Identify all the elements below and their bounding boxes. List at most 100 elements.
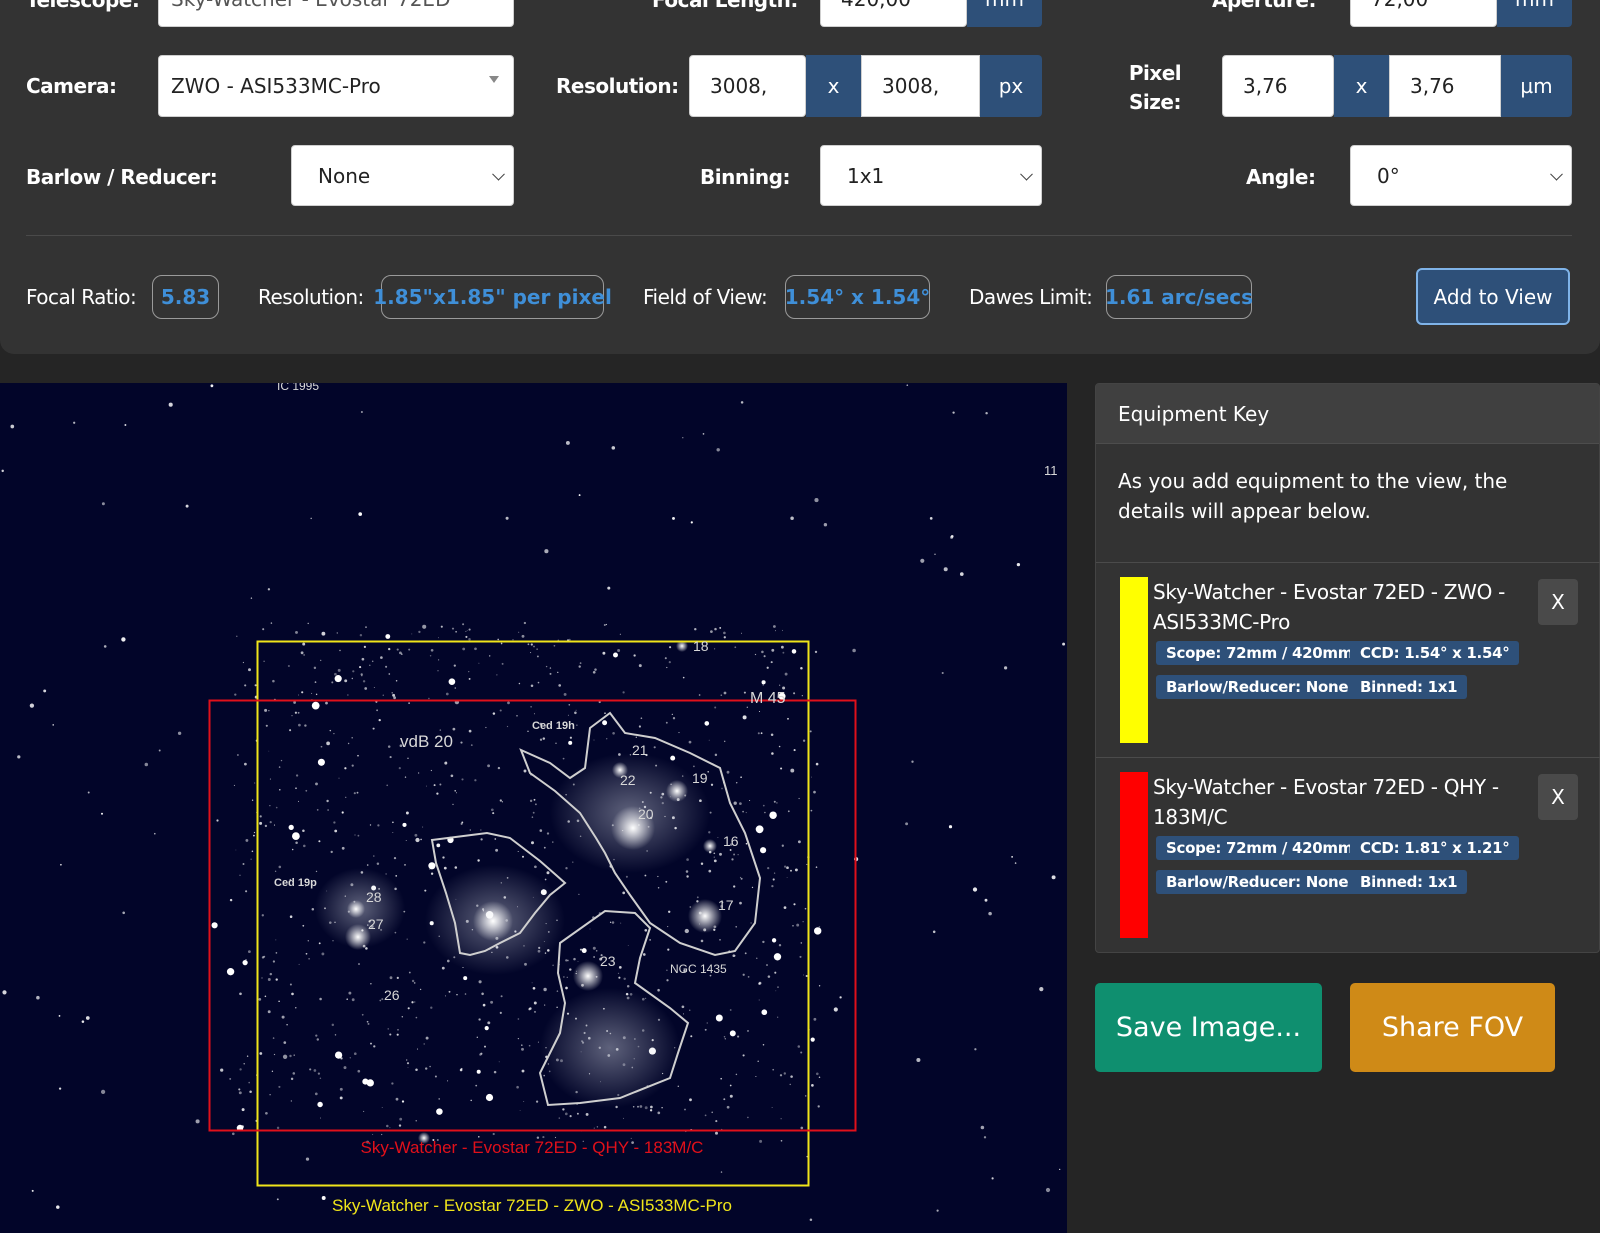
star <box>782 651 785 654</box>
catalog-label: 11 <box>1044 463 1058 478</box>
star <box>530 706 532 708</box>
star <box>168 402 173 407</box>
star <box>761 680 766 685</box>
barlow-select[interactable]: None <box>291 145 514 206</box>
star <box>360 673 363 676</box>
star <box>454 789 457 792</box>
star <box>750 922 752 924</box>
star <box>233 784 235 786</box>
star <box>592 670 596 674</box>
star <box>682 437 684 439</box>
star <box>761 1009 768 1016</box>
pixel-width-input[interactable]: 3,76 <box>1222 55 1334 117</box>
star <box>781 629 784 632</box>
catalog-label: M 45 <box>750 690 786 707</box>
remove-equipment-button[interactable]: X <box>1538 579 1578 625</box>
star <box>465 635 468 638</box>
resolution-width-input[interactable]: 3008, <box>689 55 806 117</box>
star <box>425 785 427 787</box>
star <box>436 1108 443 1115</box>
star <box>291 992 294 996</box>
star <box>980 1125 985 1130</box>
star <box>593 739 595 741</box>
star <box>464 993 467 995</box>
star <box>456 993 458 996</box>
star <box>417 772 420 774</box>
star <box>286 1024 288 1026</box>
star <box>796 923 800 927</box>
star <box>429 655 432 657</box>
star <box>833 1007 838 1012</box>
star <box>185 504 189 508</box>
star <box>682 1013 685 1015</box>
focal-length-input[interactable]: 420,00 <box>820 0 967 27</box>
angle-select[interactable]: 0° <box>1350 145 1572 206</box>
star <box>694 627 697 631</box>
star <box>369 664 371 667</box>
star <box>760 847 767 854</box>
star <box>755 1075 757 1078</box>
pixel-height-input[interactable]: 3,76 <box>1389 55 1501 117</box>
star <box>315 693 318 696</box>
equipment-key-intro: As you add equipment to the view, the de… <box>1118 469 1508 523</box>
star <box>739 901 742 905</box>
add-to-view-button[interactable]: Add to View <box>1416 268 1570 325</box>
star <box>289 1054 292 1058</box>
star <box>810 1037 815 1042</box>
star <box>43 689 47 693</box>
star <box>671 713 673 715</box>
star <box>519 1110 521 1111</box>
color-swatch-yellow <box>1120 577 1148 743</box>
aperture-input[interactable]: 72,00 <box>1350 0 1497 27</box>
star <box>344 679 348 683</box>
save-image-button[interactable]: Save Image... <box>1095 983 1322 1072</box>
sky-view[interactable]: IC 1995 11 18 M 45 vdB 20 Ced 19h 21 22 … <box>0 383 1067 1233</box>
star <box>319 1077 322 1080</box>
star <box>737 854 739 856</box>
resolution-height-input[interactable]: 3008, <box>861 55 980 117</box>
star <box>290 1100 292 1102</box>
binning-select[interactable]: 1x1 <box>820 145 1042 206</box>
star <box>411 633 413 635</box>
star <box>723 1098 726 1101</box>
share-fov-button[interactable]: Share FOV <box>1350 983 1555 1072</box>
star <box>484 1045 486 1048</box>
star <box>311 908 315 911</box>
star <box>574 711 577 715</box>
star <box>470 1099 472 1102</box>
dawes-limit-value: 1.61 arc/secs <box>1105 275 1253 319</box>
remove-equipment-button[interactable]: X <box>1538 774 1578 820</box>
star <box>247 950 251 954</box>
star <box>755 825 764 834</box>
star-bright <box>473 901 513 941</box>
star <box>381 1106 383 1108</box>
star <box>238 1091 242 1095</box>
star <box>251 799 254 801</box>
telescope-select[interactable]: Sky-Watcher - Evostar 72ED <box>158 0 514 27</box>
star <box>522 855 524 858</box>
star <box>334 829 338 833</box>
star <box>462 623 465 626</box>
star <box>361 675 363 677</box>
star <box>786 866 789 870</box>
star <box>264 995 267 998</box>
star <box>530 684 534 688</box>
barlow-badge: Barlow/Reducer: None <box>1156 675 1359 699</box>
star <box>790 516 794 521</box>
star <box>775 990 777 992</box>
star <box>766 666 769 669</box>
camera-label: Camera: <box>26 74 117 98</box>
dropdown-arrow-icon <box>489 76 499 83</box>
star <box>387 745 391 748</box>
pixel-height-value: 3,76 <box>1410 74 1455 98</box>
star <box>766 964 768 966</box>
star <box>537 681 540 684</box>
star <box>751 886 754 889</box>
star <box>805 975 808 977</box>
camera-select[interactable]: ZWO - ASI533MC-Pro <box>158 55 514 117</box>
star <box>280 759 283 762</box>
star <box>490 1000 494 1004</box>
star <box>565 440 570 445</box>
star <box>791 649 797 654</box>
star <box>407 1007 410 1010</box>
